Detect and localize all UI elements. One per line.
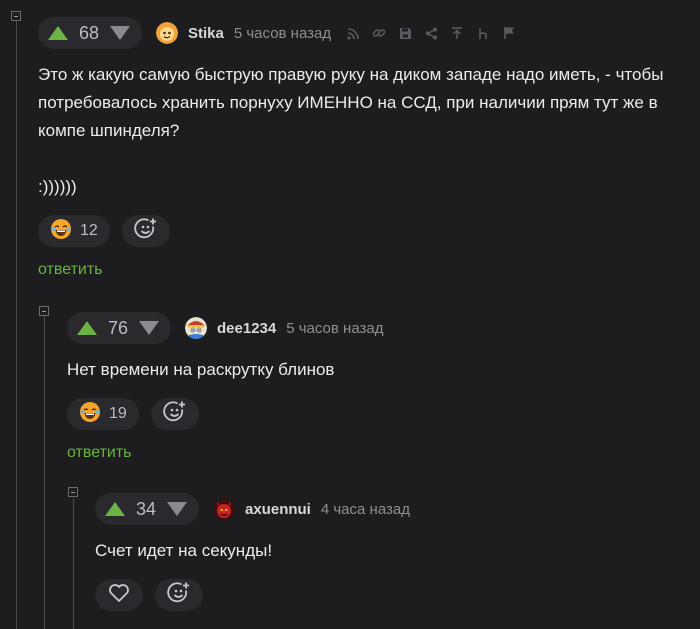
collapse-thread-button[interactable] <box>11 11 21 21</box>
downvote-button[interactable] <box>110 26 130 40</box>
reactions <box>95 579 685 611</box>
comment-tools <box>345 25 517 41</box>
share-icon[interactable] <box>423 25 439 41</box>
downvote-button[interactable] <box>167 502 187 516</box>
reactions: 19 <box>67 398 687 430</box>
comment-text: Нет времени на раскрутку блинов <box>67 356 687 384</box>
laughing-emoji-icon <box>50 218 72 245</box>
author-name[interactable]: Stika <box>188 25 224 42</box>
avatar[interactable] <box>185 317 207 339</box>
comment-text-line: :)))))) <box>38 177 77 196</box>
rating-control: 76 <box>67 312 171 344</box>
collapse-thread-button[interactable] <box>68 487 78 497</box>
rating-count: 34 <box>135 498 157 519</box>
rating-count: 68 <box>78 22 100 43</box>
add-reaction-button[interactable] <box>121 215 170 247</box>
avatar[interactable] <box>213 498 235 520</box>
comment-header: 68 Stika 5 часов назад <box>38 17 688 49</box>
upvote-button[interactable] <box>105 502 125 516</box>
thread-line-level-1 <box>44 316 45 629</box>
save-icon[interactable] <box>397 25 413 41</box>
collapse-thread-button[interactable] <box>39 306 49 316</box>
laugh-reaction[interactable]: 12 <box>38 215 110 247</box>
rss-icon[interactable] <box>345 25 361 41</box>
comment-header: 76 dee1234 5 часов назад <box>67 312 687 344</box>
rating-control: 34 <box>95 493 199 525</box>
add-emoji-icon <box>163 400 187 429</box>
comment-time: 5 часов назад <box>233 24 332 42</box>
arrow-up-icon[interactable] <box>449 25 465 41</box>
comment: 68 Stika 5 часов назад Это ж какую самую… <box>38 17 688 279</box>
author-name[interactable]: dee1234 <box>217 320 276 337</box>
upvote-button[interactable] <box>77 321 97 335</box>
comment-text-line: потребовалось хранить порнуху ИМЕННО на … <box>38 93 658 112</box>
add-emoji-icon <box>134 217 158 246</box>
comment-time: 5 часов назад <box>286 319 384 337</box>
downvote-button[interactable] <box>139 321 159 335</box>
like-reaction-button[interactable] <box>95 579 143 611</box>
rating-count: 76 <box>107 317 129 338</box>
laughing-emoji-icon <box>79 401 101 428</box>
reaction-count: 12 <box>80 222 98 239</box>
reply-link[interactable]: ответить <box>38 261 688 279</box>
comment-text-line: компе шпинделя? <box>38 121 180 140</box>
reaction-count: 19 <box>109 405 127 422</box>
comment-text-line: Это ж какую самую быструю правую руку на… <box>38 65 664 84</box>
author-name[interactable]: axuennui <box>245 501 311 518</box>
laugh-reaction[interactable]: 19 <box>67 398 139 430</box>
upvote-button[interactable] <box>48 26 68 40</box>
link-icon[interactable] <box>371 25 387 41</box>
comment-text-line: Нет времени на раскрутку блинов <box>67 360 335 379</box>
letter-h-icon[interactable] <box>475 25 491 41</box>
avatar[interactable] <box>156 22 178 44</box>
add-emoji-icon <box>167 581 191 610</box>
flag-icon[interactable] <box>501 25 517 41</box>
rating-control: 68 <box>38 17 142 49</box>
comment: 34 axuennui 4 часа назад Счет идет на се… <box>95 493 685 611</box>
comment-text-line: Счет идет на секунды! <box>95 541 273 560</box>
comment-time: 4 часа назад <box>320 500 410 518</box>
reactions: 12 <box>38 215 688 247</box>
comment-text-line <box>38 145 688 173</box>
comments-thread: 68 Stika 5 часов назад Это ж какую самую… <box>0 0 700 629</box>
add-reaction-button[interactable] <box>150 398 199 430</box>
comment: 76 dee1234 5 часов назад Нет времени на … <box>67 312 687 462</box>
heart-icon <box>108 583 130 608</box>
comment-text: Это ж какую самую быструю правую руку на… <box>38 61 688 201</box>
reply-link[interactable]: ответить <box>67 444 687 462</box>
comment-header: 34 axuennui 4 часа назад <box>95 493 685 525</box>
add-reaction-button[interactable] <box>155 579 203 611</box>
comment-text: Счет идет на секунды! <box>95 537 685 565</box>
thread-line-level-0 <box>16 20 17 629</box>
thread-line-level-2 <box>73 498 74 629</box>
